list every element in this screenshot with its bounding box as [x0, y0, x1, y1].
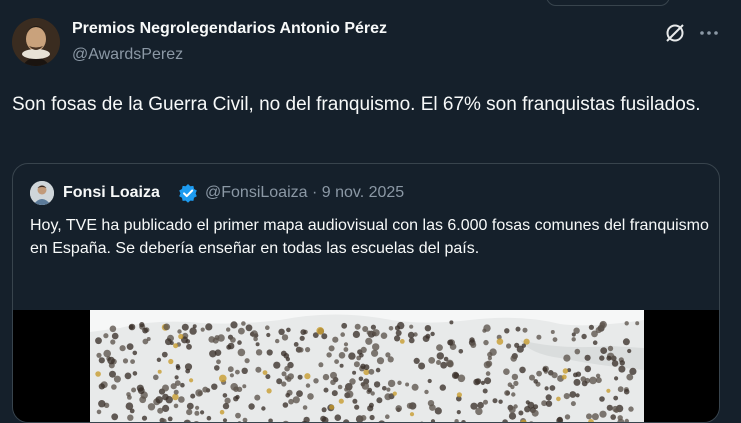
tweet-text: Son fosas de la Guerra Civil, no del fra…	[12, 91, 722, 118]
more-icon[interactable]	[696, 20, 722, 46]
author-handle[interactable]: @AwardsPerez	[72, 46, 183, 64]
author-name[interactable]: Premios Negrolegendarios Antonio Pérez	[72, 20, 387, 38]
quote-author-avatar[interactable]	[30, 181, 54, 205]
grok-icon[interactable]	[662, 20, 688, 46]
quote-author-name[interactable]: Fonsi Loaiza	[63, 184, 160, 202]
verified-badge-icon	[178, 183, 198, 203]
quote-media[interactable]	[13, 310, 719, 423]
top-pill-button[interactable]	[546, 0, 670, 6]
author-avatar[interactable]	[12, 18, 60, 66]
quote-meta[interactable]: @FonsiLoaiza · 9 nov. 2025	[205, 184, 404, 202]
quote-text: Hoy, TVE ha publicado el primer mapa aud…	[30, 214, 710, 260]
quote-tweet-card[interactable]: Fonsi Loaiza @FonsiLoaiza · 9 nov. 2025 …	[12, 163, 720, 423]
map-image	[90, 310, 644, 423]
